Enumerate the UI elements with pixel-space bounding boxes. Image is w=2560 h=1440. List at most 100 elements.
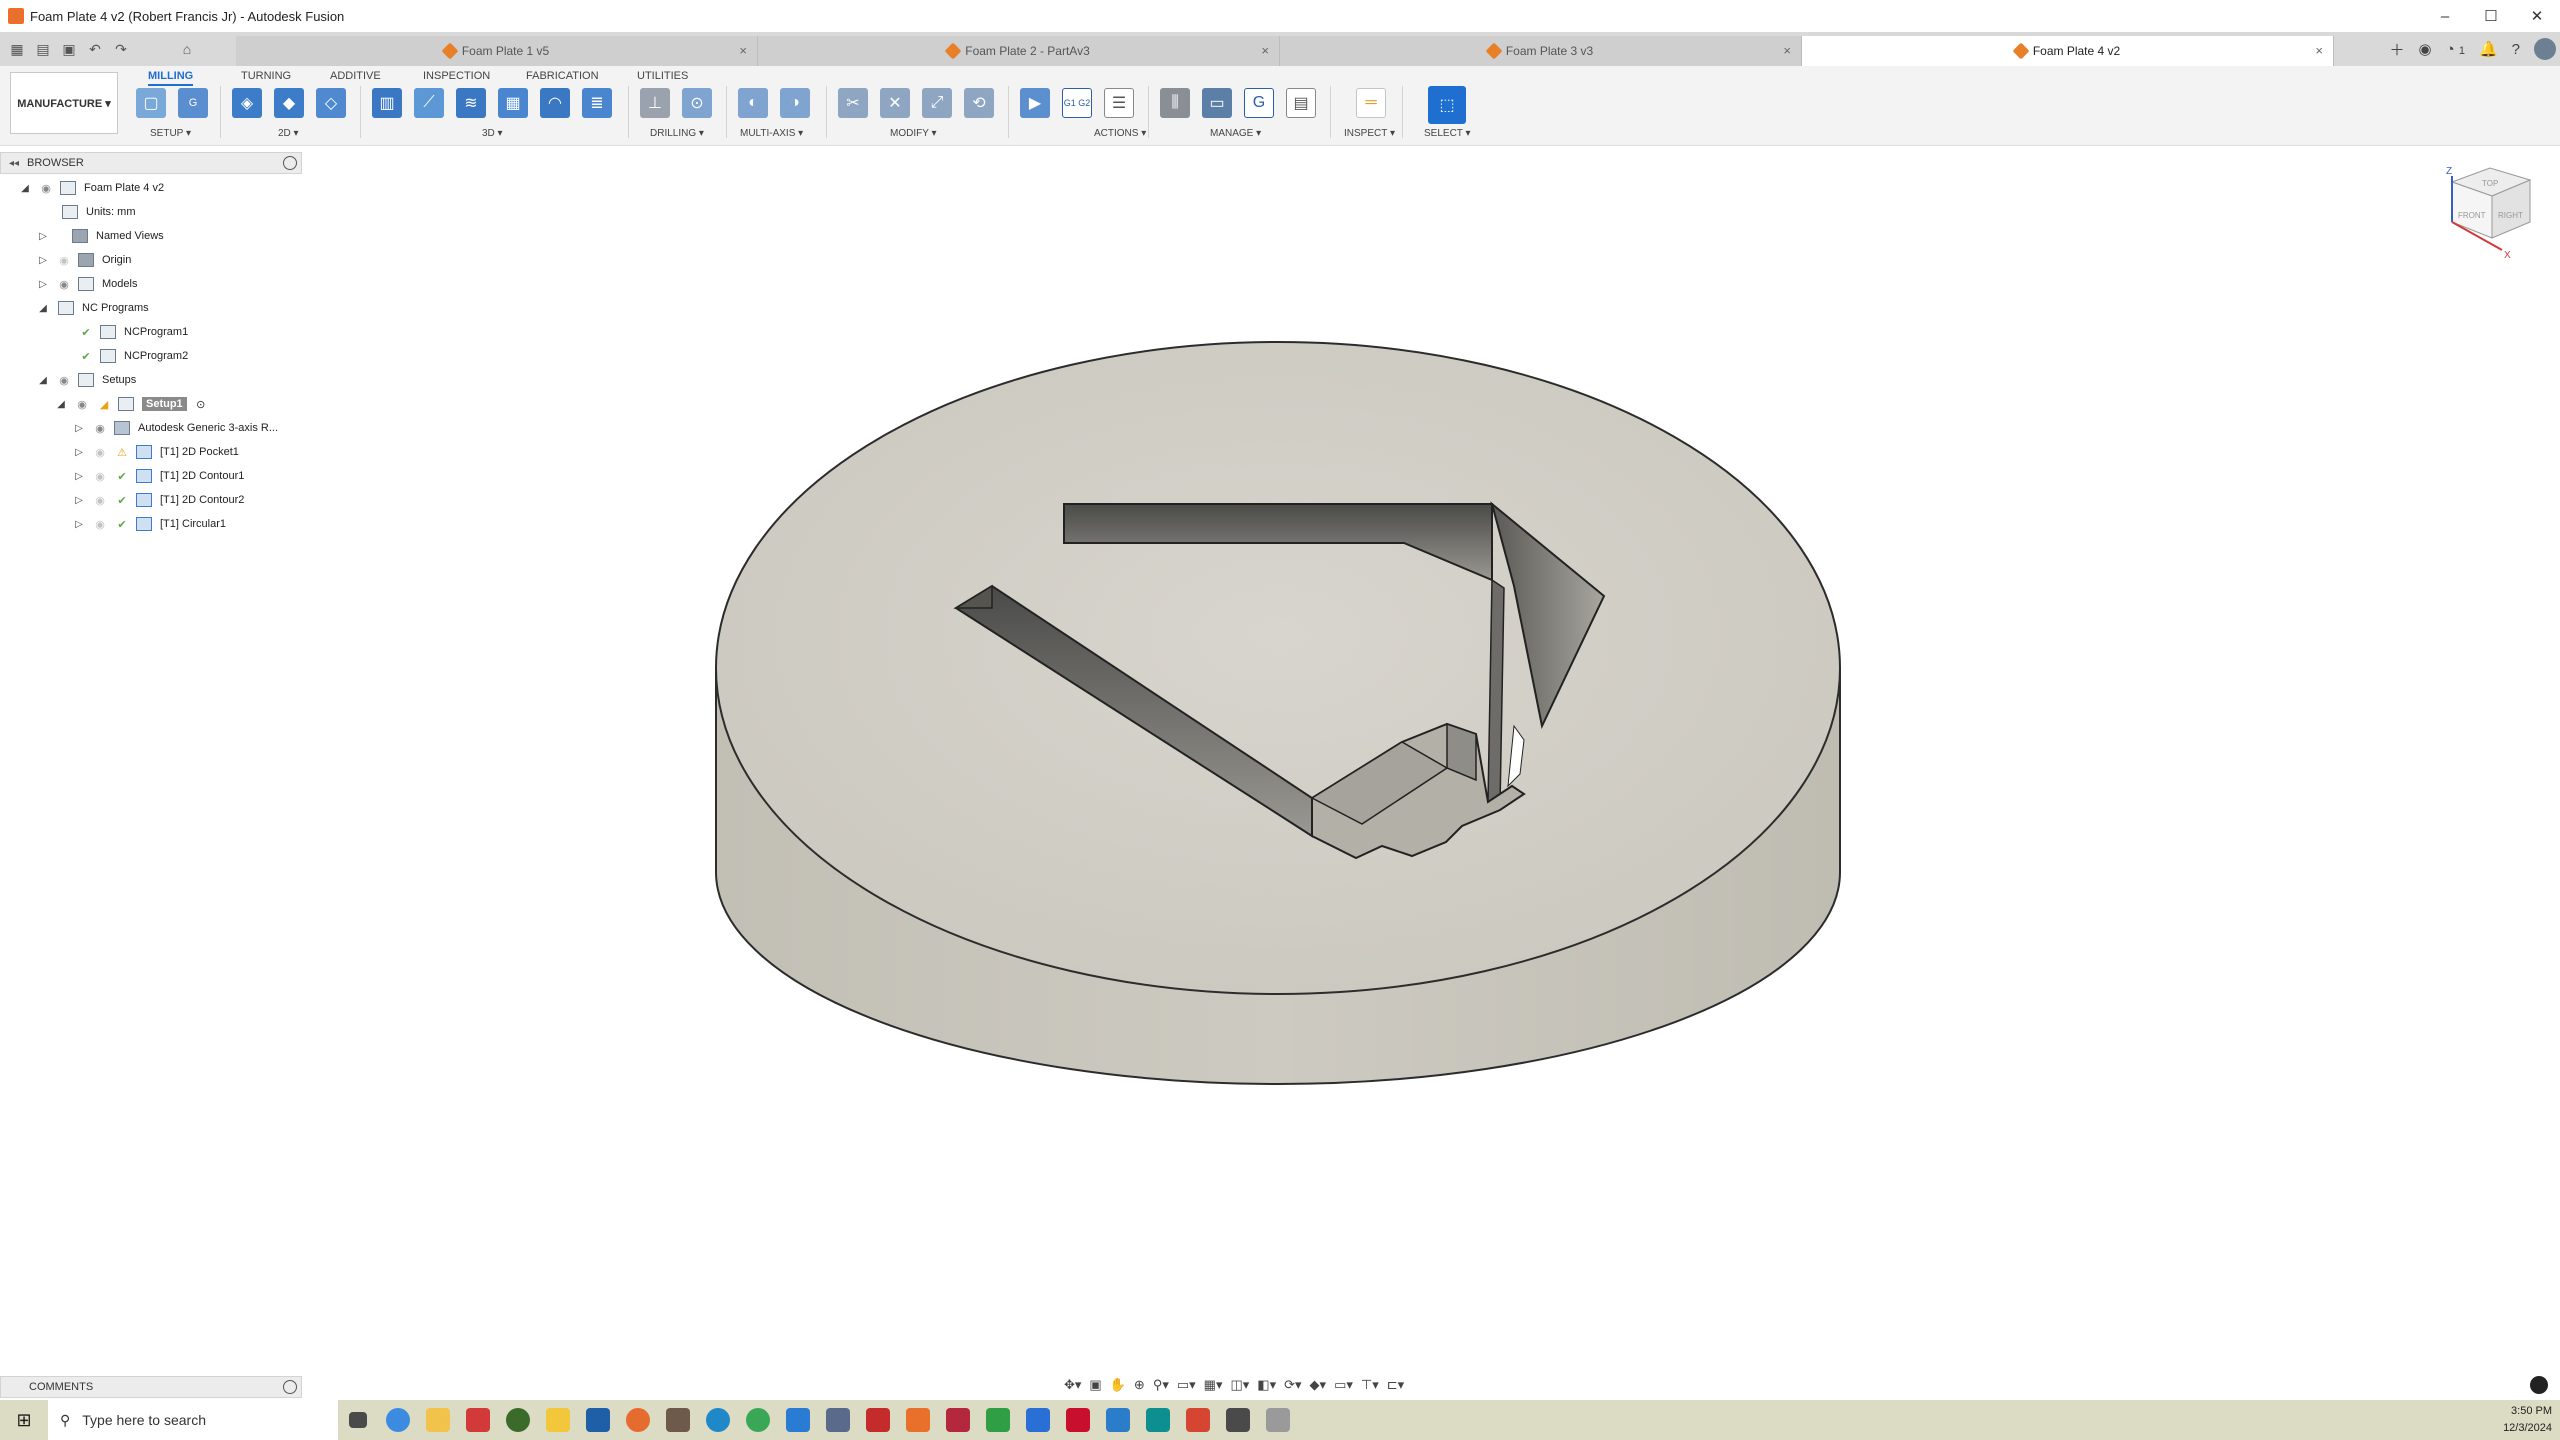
- tab-milling[interactable]: MILLING: [148, 70, 194, 86]
- tree-nc-programs[interactable]: ◢ NC Programs: [36, 296, 149, 320]
- hole-recognition-icon[interactable]: ⊙: [682, 88, 712, 118]
- rotate-toolpath-icon[interactable]: ⟲: [964, 88, 994, 118]
- close-tab-icon[interactable]: ×: [1261, 43, 1269, 58]
- expand-arrow-icon[interactable]: ▷: [36, 253, 50, 267]
- arduino-icon[interactable]: [1138, 1400, 1178, 1440]
- collapse-arrow-icon[interactable]: ◢: [54, 397, 68, 411]
- nc-program-icon[interactable]: G: [178, 88, 208, 118]
- tree-named-views[interactable]: ▷ Named Views: [36, 224, 164, 248]
- tab-fabrication[interactable]: FABRICATION: [526, 70, 599, 82]
- group-3d[interactable]: 3D ▾: [482, 128, 503, 139]
- group-2d[interactable]: 2D ▾: [278, 128, 299, 139]
- visibility-eye-icon[interactable]: ◉: [56, 374, 72, 387]
- expand-arrow-icon[interactable]: ▷: [72, 469, 86, 483]
- stock-display-icon[interactable]: ◆▾: [1310, 1377, 1327, 1393]
- visibility-eye-icon[interactable]: ◉: [56, 278, 72, 291]
- group-modify[interactable]: MODIFY ▾: [890, 128, 937, 139]
- filezilla-icon[interactable]: [858, 1400, 898, 1440]
- model-canvas[interactable]: TOP FRONT RIGHT Z X: [302, 146, 2560, 1382]
- system-clock[interactable]: 3:50 PM 12/3/2024: [2503, 1403, 2552, 1437]
- expand-arrow-icon[interactable]: ▷: [72, 445, 86, 459]
- group-multi-axis[interactable]: MULTI-AXIS ▾: [740, 128, 803, 139]
- tab-turning[interactable]: TURNING: [241, 70, 291, 82]
- viewports-icon[interactable]: ◫▾: [1230, 1377, 1249, 1393]
- text-commands-icon[interactable]: [2530, 1376, 2548, 1394]
- delete-toolpath-icon[interactable]: ✕: [880, 88, 910, 118]
- filter-icon[interactable]: ⊤▾: [1361, 1377, 1379, 1393]
- tab-utilities[interactable]: UTILITIES: [637, 70, 688, 82]
- collapse-arrow-icon[interactable]: ◢: [18, 181, 32, 195]
- app-notes-icon[interactable]: [538, 1400, 578, 1440]
- file-menu-icon[interactable]: ▤: [32, 38, 54, 60]
- start-icon[interactable]: ⊞: [0, 1400, 48, 1440]
- app-tool-icon[interactable]: [658, 1400, 698, 1440]
- new-setup-icon[interactable]: ▢: [136, 88, 166, 118]
- tree-ncprogram2[interactable]: ✔ NCProgram2: [72, 344, 188, 368]
- face-icon[interactable]: ◇: [316, 88, 346, 118]
- chrome-icon[interactable]: [738, 1400, 778, 1440]
- visibility-eye-icon[interactable]: ◉: [74, 398, 90, 411]
- close-tab-icon[interactable]: ×: [739, 43, 747, 58]
- app-red-icon[interactable]: [1178, 1400, 1218, 1440]
- expand-arrow-icon[interactable]: ▷: [72, 493, 86, 507]
- comments-header[interactable]: COMMENTS: [0, 1376, 302, 1398]
- template-library-icon[interactable]: ▤: [1286, 88, 1316, 118]
- fusion-taskbar-icon[interactable]: [898, 1400, 938, 1440]
- move-toolpath-icon[interactable]: ⤢: [922, 88, 952, 118]
- steep-shallow-icon[interactable]: ≋: [456, 88, 486, 118]
- simulate-icon[interactable]: ▶: [1020, 88, 1050, 118]
- undo-icon[interactable]: ↶: [84, 38, 106, 60]
- tree-op-2d-pocket1[interactable]: ▷ ◉ ⚠ [T1] 2D Pocket1: [72, 440, 239, 464]
- look-at-icon[interactable]: ▣: [1089, 1377, 1101, 1393]
- virtualbox-icon[interactable]: [578, 1400, 618, 1440]
- parallel-icon[interactable]: ▦: [498, 88, 528, 118]
- section-icon[interactable]: ◧▾: [1257, 1377, 1276, 1393]
- foam-plate-top[interactable]: [715, 341, 1841, 995]
- tree-ncprogram1[interactable]: ✔ NCProgram1: [72, 320, 188, 344]
- tab-foam-plate-2[interactable]: Foam Plate 2 - PartAv3 ×: [758, 36, 1280, 66]
- group-manage[interactable]: MANAGE ▾: [1210, 128, 1261, 139]
- group-drilling[interactable]: DRILLING ▾: [650, 128, 704, 139]
- group-actions[interactable]: ACTIONS ▾: [1094, 128, 1146, 139]
- collapse-panel-icon[interactable]: ◂◂: [5, 158, 23, 169]
- help-icon[interactable]: ?: [2512, 41, 2520, 58]
- 2d-pocket-icon[interactable]: ◆: [274, 88, 304, 118]
- pin-icon[interactable]: [283, 1380, 297, 1394]
- multi-axis-contour-icon[interactable]: ◑: [780, 88, 810, 118]
- firefox-icon[interactable]: [618, 1400, 658, 1440]
- pan-icon[interactable]: ✋: [1110, 1377, 1126, 1393]
- toolpath-display-icon[interactable]: ⊏▾: [1387, 1377, 1404, 1393]
- minimize-button[interactable]: –: [2422, 0, 2468, 32]
- close-window-button[interactable]: ✕: [2514, 0, 2560, 32]
- edge-icon[interactable]: [698, 1400, 738, 1440]
- tree-op-2d-contour1[interactable]: ▷ ◉ ✔ [T1] 2D Contour1: [72, 464, 244, 488]
- drill-icon[interactable]: ⊥: [640, 88, 670, 118]
- tree-root[interactable]: ◢ ◉ Foam Plate 4 v2: [18, 176, 164, 200]
- close-tab-icon[interactable]: ×: [1783, 43, 1791, 58]
- grid-settings-icon[interactable]: ▦▾: [1204, 1377, 1223, 1393]
- visibility-eye-icon[interactable]: ◉: [92, 494, 108, 507]
- tree-models[interactable]: ▷ ◉ Models: [36, 272, 137, 296]
- online-status-icon[interactable]: ◉: [2419, 40, 2432, 58]
- app-misc-icon[interactable]: [1258, 1400, 1298, 1440]
- expand-arrow-icon[interactable]: ▷: [36, 277, 50, 291]
- group-inspect[interactable]: INSPECT ▾: [1344, 128, 1395, 139]
- app-blue-square-icon[interactable]: [1018, 1400, 1058, 1440]
- tab-inspection[interactable]: INSPECTION: [423, 70, 490, 82]
- visibility-eye-icon[interactable]: ◉: [92, 422, 108, 435]
- tree-origin[interactable]: ▷ ◉ Origin: [36, 248, 131, 272]
- tab-foam-plate-4[interactable]: Foam Plate 4 v2 ×: [1802, 36, 2334, 66]
- expand-arrow-icon[interactable]: ▷: [72, 517, 86, 531]
- acrobat-icon[interactable]: [1058, 1400, 1098, 1440]
- app-grid-icon[interactable]: ▦: [6, 38, 28, 60]
- visibility-eye-icon[interactable]: ◉: [92, 518, 108, 531]
- scallop-icon[interactable]: ◠: [540, 88, 570, 118]
- machine-library-icon[interactable]: ▭: [1202, 88, 1232, 118]
- close-tab-icon[interactable]: ×: [2315, 43, 2323, 58]
- zoom-window-icon[interactable]: ⚲▾: [1153, 1377, 1169, 1393]
- expand-arrow-icon[interactable]: ▷: [36, 229, 50, 243]
- calculator-icon[interactable]: [1218, 1400, 1258, 1440]
- tab-additive[interactable]: ADDITIVE: [330, 70, 381, 82]
- job-status-icon[interactable]: ◔ 1: [2446, 41, 2465, 58]
- copilot-icon[interactable]: [378, 1400, 418, 1440]
